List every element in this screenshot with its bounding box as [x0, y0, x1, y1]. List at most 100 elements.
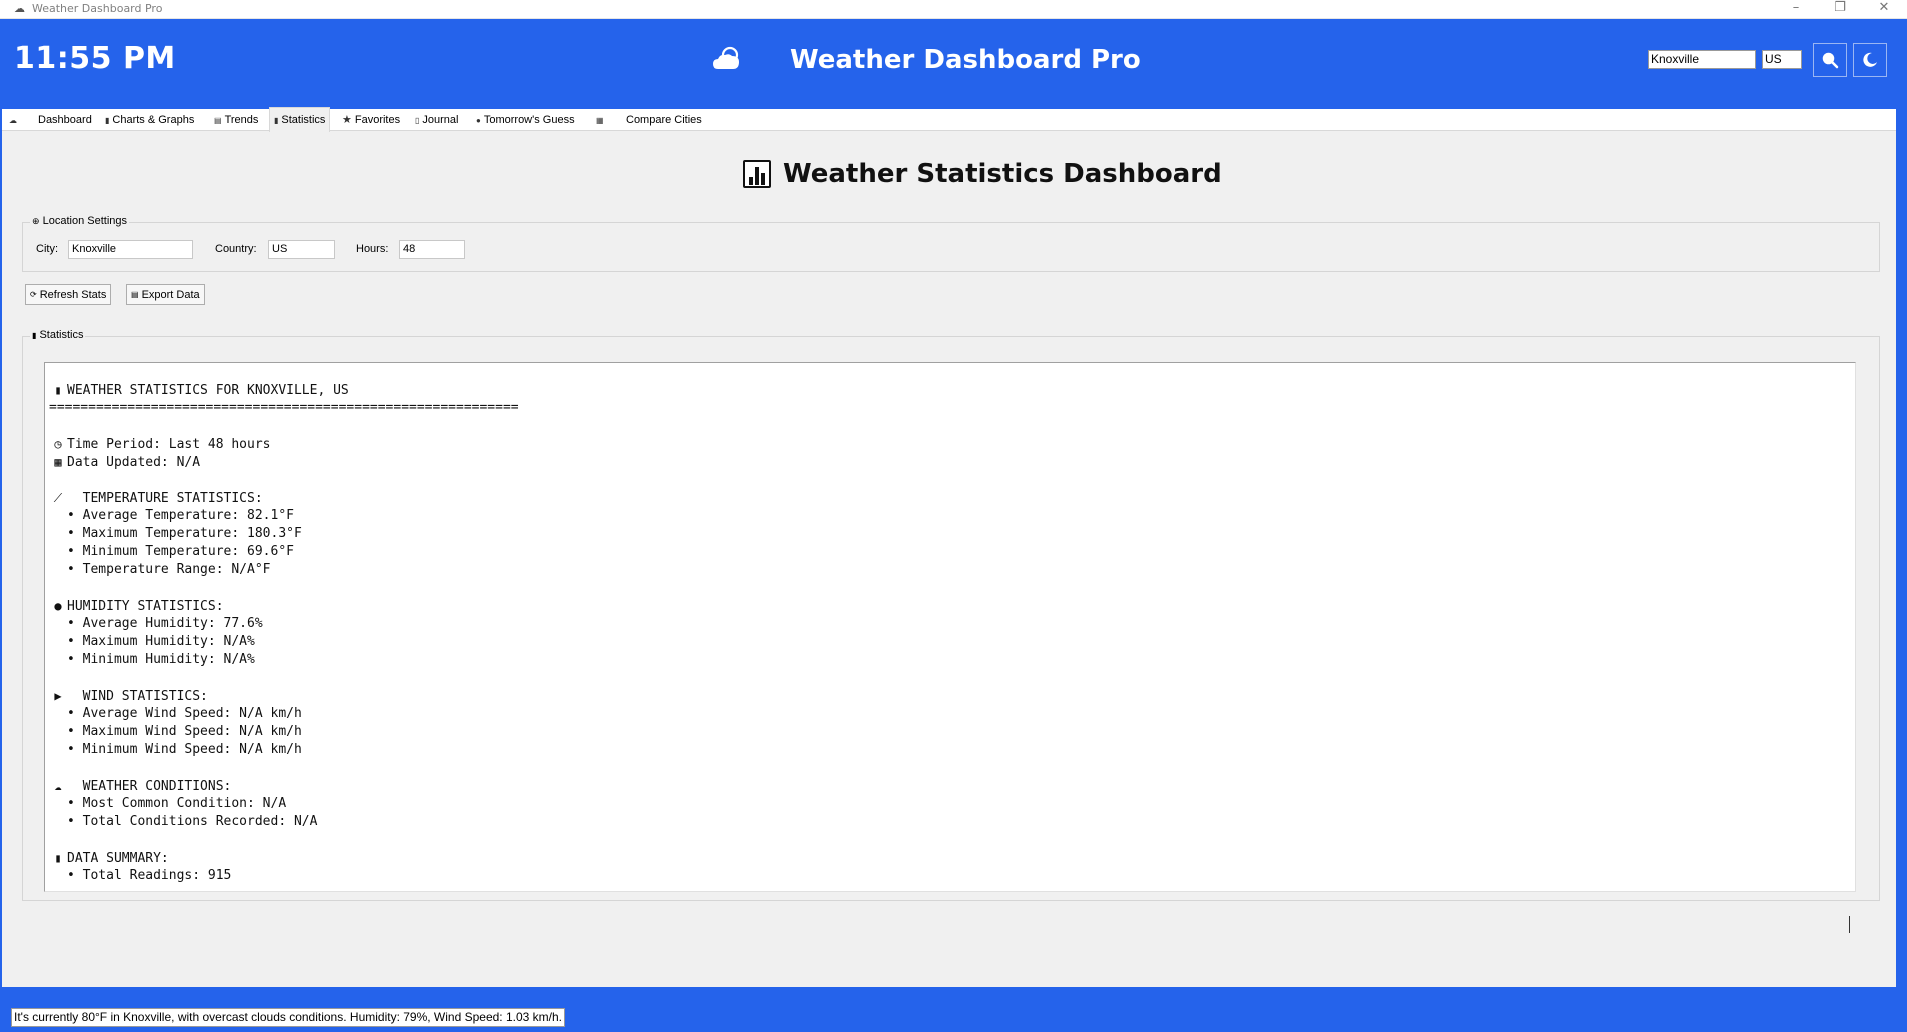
stat-line-text: • Minimum Humidity: N/A% [67, 652, 255, 667]
refresh-stats-button[interactable]: ⟳ Refresh Stats [25, 284, 112, 305]
city-input[interactable]: Knoxville [68, 240, 193, 259]
bar-chart-icon: ▮ [105, 116, 110, 125]
tab-tomorrows-guess[interactable]: ● Tomorrow's Guess [476, 109, 575, 131]
stat-line-text: WEATHER CONDITIONS: [67, 779, 232, 794]
bar-chart-icon: ▮ [274, 116, 279, 125]
window-title: Weather Dashboard Pro [32, 2, 163, 15]
bar-chart-icon: ▮ [54, 851, 62, 865]
tab-dashboard[interactable]: ☁ [9, 109, 20, 131]
journal-icon: ▯ [415, 116, 420, 125]
crystal-ball-icon: ● [476, 116, 481, 125]
hours-label: Hours: [356, 243, 389, 255]
stat-line-text: • Total Readings: 915 [67, 868, 232, 883]
stat-line [49, 831, 519, 849]
export-icon: ▤ [131, 290, 139, 299]
search-button[interactable] [1813, 43, 1847, 77]
stat-line-text: • Minimum Temperature: 69.6°F [67, 544, 294, 559]
statistics-label: ▮ Statistics [30, 329, 86, 341]
stat-line-text: • Total Conditions Recorded: N/A [67, 814, 318, 829]
stat-line: • Average Humidity: 77.6% [49, 615, 519, 633]
stat-line: ▦ Data Updated: N/A [49, 453, 519, 471]
header-country-input[interactable]: US [1762, 50, 1802, 69]
stat-line: ◷ Time Period: Last 48 hours [49, 435, 519, 453]
thermometer-icon: ⟋ [53, 491, 63, 505]
stat-line: • Minimum Humidity: N/A% [49, 651, 519, 669]
stat-line-text: • Most Common Condition: N/A [67, 796, 287, 811]
header-city-input[interactable]: Knoxville [1648, 50, 1756, 69]
status-bar: It's currently 80°F in Knoxville, with o… [0, 989, 1907, 1032]
stat-line-text: ========================================… [49, 400, 519, 415]
theme-toggle-button[interactable] [1853, 43, 1887, 77]
droplet-icon: ● [54, 599, 62, 613]
hours-input[interactable]: 48 [399, 240, 465, 259]
statistics-textbox[interactable]: ▮ WEATHER STATISTICS FOR KNOXVILLE, US ===… [44, 362, 1856, 892]
tab-journal[interactable]: ▯ Journal [415, 109, 458, 131]
star-icon: ★ [342, 114, 352, 126]
compare-icon: ▦ [596, 116, 604, 125]
stat-line: ▶ WIND STATISTICS: [49, 687, 519, 705]
stat-line: • Minimum Wind Speed: N/A km/h [49, 741, 519, 759]
bar-chart-icon: ▮ [54, 383, 62, 397]
tab-bar: ☁ Dashboard ▮ Charts & Graphs ▤ Trends ▮ St… [2, 107, 1896, 132]
stat-line: • Maximum Wind Speed: N/A km/h [49, 723, 519, 741]
stat-line [49, 471, 519, 489]
notebook-panel: ☁ Dashboard ▮ Charts & Graphs ▤ Trends ▮ St… [2, 107, 1896, 987]
stat-line-text: WEATHER STATISTICS FOR KNOXVILLE, US [67, 383, 349, 398]
tab-compare-cities[interactable]: ▦ [596, 109, 607, 131]
stat-line: ☁ WEATHER CONDITIONS: [49, 777, 519, 795]
page-title: Weather Statistics Dashboard [783, 159, 1222, 189]
stat-line: • Maximum Humidity: N/A% [49, 633, 519, 651]
tab-charts[interactable]: ▮ Charts & Graphs [105, 109, 194, 131]
stat-line-text: • Average Humidity: 77.6% [67, 616, 263, 631]
tab-statistics[interactable]: ▮ Statistics [269, 107, 331, 132]
page-heading: Weather Statistics Dashboard [743, 159, 1222, 189]
stat-line: • Average Temperature: 82.1°F [49, 507, 519, 525]
tab-compare-cities-label[interactable]: Compare Cities [626, 109, 702, 131]
clock-display: 11:55 PM [14, 41, 176, 76]
stat-line-text: WIND STATISTICS: [67, 689, 208, 704]
tab-dashboard-label[interactable]: Dashboard [38, 109, 92, 131]
stat-line [49, 579, 519, 597]
city-label: City: [36, 243, 58, 255]
stat-line: • Total Conditions Recorded: N/A [49, 813, 519, 831]
stat-line-text: • Temperature Range: N/A°F [67, 562, 271, 577]
tab-favorites[interactable]: ★ Favorites [342, 109, 400, 131]
stat-line: • Most Common Condition: N/A [49, 795, 519, 813]
stat-line: • Minimum Temperature: 69.6°F [49, 543, 519, 561]
search-icon [1822, 52, 1839, 69]
status-message: It's currently 80°F in Knoxville, with o… [11, 1008, 565, 1027]
export-data-button[interactable]: ▤ Export Data [126, 284, 205, 305]
app-cloud-icon: ☁ [14, 2, 25, 15]
calendar-icon: ▦ [54, 455, 62, 469]
stat-line [49, 417, 519, 435]
stat-line-text: Time Period: Last 48 hours [67, 437, 271, 452]
stat-line: ⟋ TEMPERATURE STATISTICS: [49, 489, 519, 507]
location-settings-label: ⊕ Location Settings [30, 215, 129, 227]
main-area: ☁ Dashboard ▮ Charts & Graphs ▤ Trends ▮ St… [0, 99, 1907, 989]
app-title: Weather Dashboard Pro [790, 45, 1141, 75]
cloud-icon: ☁ [54, 779, 62, 793]
restore-icon[interactable]: ❐ [1822, 0, 1858, 19]
clock-icon: ◷ [54, 437, 62, 451]
statistics-text: ▮ WEATHER STATISTICS FOR KNOXVILLE, US ===… [49, 381, 519, 885]
stat-line: • Total Readings: 915 [49, 867, 519, 885]
stat-line: ========================================… [49, 399, 519, 417]
country-input[interactable]: US [268, 240, 335, 259]
refresh-icon: ⟳ [30, 290, 37, 299]
tab-trends[interactable]: ▤ Trends [214, 109, 258, 131]
stat-line: ▮ DATA SUMMARY: [49, 849, 519, 867]
stat-line-text: • Maximum Temperature: 180.3°F [67, 526, 302, 541]
pin-icon: ⊕ [32, 216, 40, 226]
stat-line-text: DATA SUMMARY: [67, 851, 169, 866]
close-icon[interactable]: ✕ [1866, 0, 1902, 19]
minimize-icon[interactable]: – [1778, 0, 1814, 19]
stat-line-text: • Average Temperature: 82.1°F [67, 508, 294, 523]
app-window: ☁ Weather Dashboard Pro – ❐ ✕ 11:55 PM W… [0, 0, 1907, 1032]
bar-chart-icon: ▮ [32, 331, 37, 340]
stat-line-text: • Minimum Wind Speed: N/A km/h [67, 742, 302, 757]
cloud-logo-icon [713, 46, 739, 69]
trend-icon: ▤ [214, 116, 222, 125]
stat-line-text: • Maximum Wind Speed: N/A km/h [67, 724, 302, 739]
moon-icon [1863, 52, 1877, 67]
stat-line: • Maximum Temperature: 180.3°F [49, 525, 519, 543]
